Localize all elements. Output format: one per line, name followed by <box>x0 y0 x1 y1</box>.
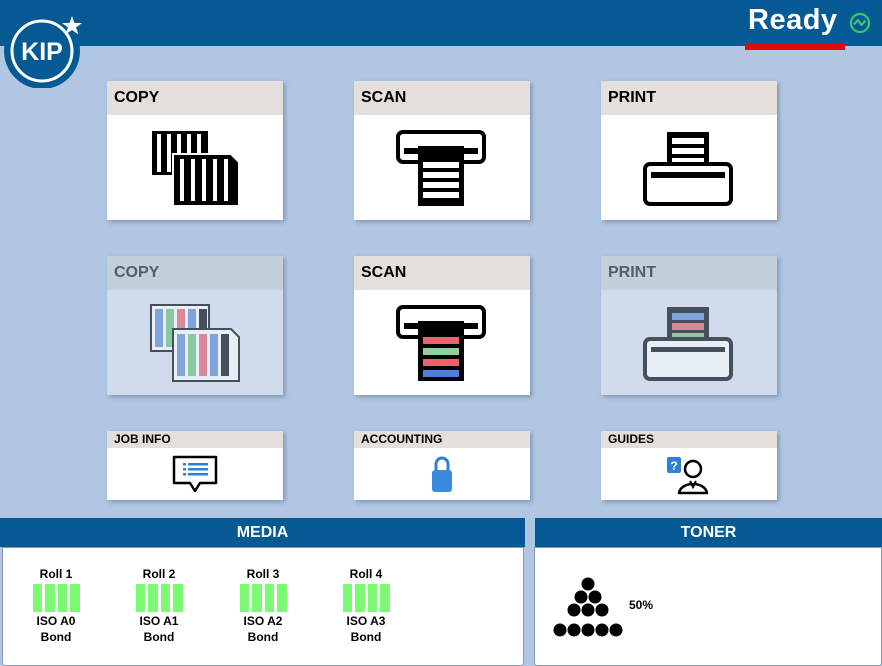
kip-logo[interactable]: KIP <box>4 16 88 88</box>
roll-size: ISO A2 <box>243 614 283 628</box>
status-text: Ready <box>748 4 838 36</box>
roll-type: Bond <box>247 630 279 644</box>
roll-4[interactable]: Roll 4 ISO A3 Bond <box>336 566 396 645</box>
job-info-tile[interactable]: JOB INFO <box>107 431 283 500</box>
copy-documents-icon <box>150 128 240 207</box>
scan-color-tile[interactable]: SCAN <box>354 256 530 395</box>
roll-name: Roll 3 <box>246 567 280 581</box>
lock-icon <box>432 456 452 492</box>
roll-type: Bond <box>143 630 175 644</box>
help-person-icon: ? <box>667 457 709 495</box>
print-bw-tile[interactable]: PRINT <box>601 81 777 220</box>
job-info-icon <box>172 455 218 493</box>
printer-color-icon <box>643 306 733 381</box>
roll-type: Bond <box>40 630 72 644</box>
print-color-label: PRINT <box>601 256 777 290</box>
copy-bw-tile[interactable]: COPY <box>107 81 283 220</box>
roll-type: Bond <box>350 630 382 644</box>
roll-level-indicator <box>233 584 293 612</box>
copy-bw-label: COPY <box>107 81 283 115</box>
accounting-label: ACCOUNTING <box>354 431 530 448</box>
svg-text:KIP: KIP <box>21 38 63 66</box>
roll-size: ISO A1 <box>139 614 179 628</box>
scanner-color-icon <box>396 304 486 381</box>
toner-level: 50% <box>629 598 654 612</box>
copy-color-tile[interactable]: COPY <box>107 256 283 395</box>
guides-tile[interactable]: GUIDES ? <box>601 431 777 500</box>
copy-color-label: COPY <box>107 256 283 290</box>
scan-color-label: SCAN <box>354 256 530 290</box>
toner-icon <box>553 577 623 637</box>
toner-header: TONER <box>535 518 882 547</box>
roll-name: Roll 4 <box>349 567 383 581</box>
roll-size: ISO A3 <box>346 614 386 628</box>
roll-2[interactable]: Roll 2 ISO A1 Bond <box>129 566 189 645</box>
scan-bw-label: SCAN <box>354 81 530 115</box>
roll-name: Roll 1 <box>39 567 73 581</box>
roll-level-indicator <box>336 584 396 612</box>
accounting-tile[interactable]: ACCOUNTING <box>354 431 530 500</box>
svg-text:?: ? <box>670 459 677 473</box>
scan-bw-tile[interactable]: SCAN <box>354 81 530 220</box>
roll-name: Roll 2 <box>142 567 176 581</box>
ready-status-icon <box>849 12 871 34</box>
printer-icon <box>643 131 733 206</box>
media-header: MEDIA <box>0 518 525 547</box>
copy-color-documents-icon <box>150 303 240 382</box>
roll-size: ISO A0 <box>36 614 76 628</box>
guides-label: GUIDES <box>601 431 777 448</box>
roll-level-indicator <box>129 584 189 612</box>
roll-1[interactable]: Roll 1 ISO A0 Bond <box>26 566 86 645</box>
roll-level-indicator <box>26 584 86 612</box>
job-info-label: JOB INFO <box>107 431 283 448</box>
status-underline <box>745 43 845 50</box>
scanner-icon <box>396 129 486 206</box>
print-color-tile[interactable]: PRINT <box>601 256 777 395</box>
roll-3[interactable]: Roll 3 ISO A2 Bond <box>233 566 293 645</box>
print-bw-label: PRINT <box>601 81 777 115</box>
